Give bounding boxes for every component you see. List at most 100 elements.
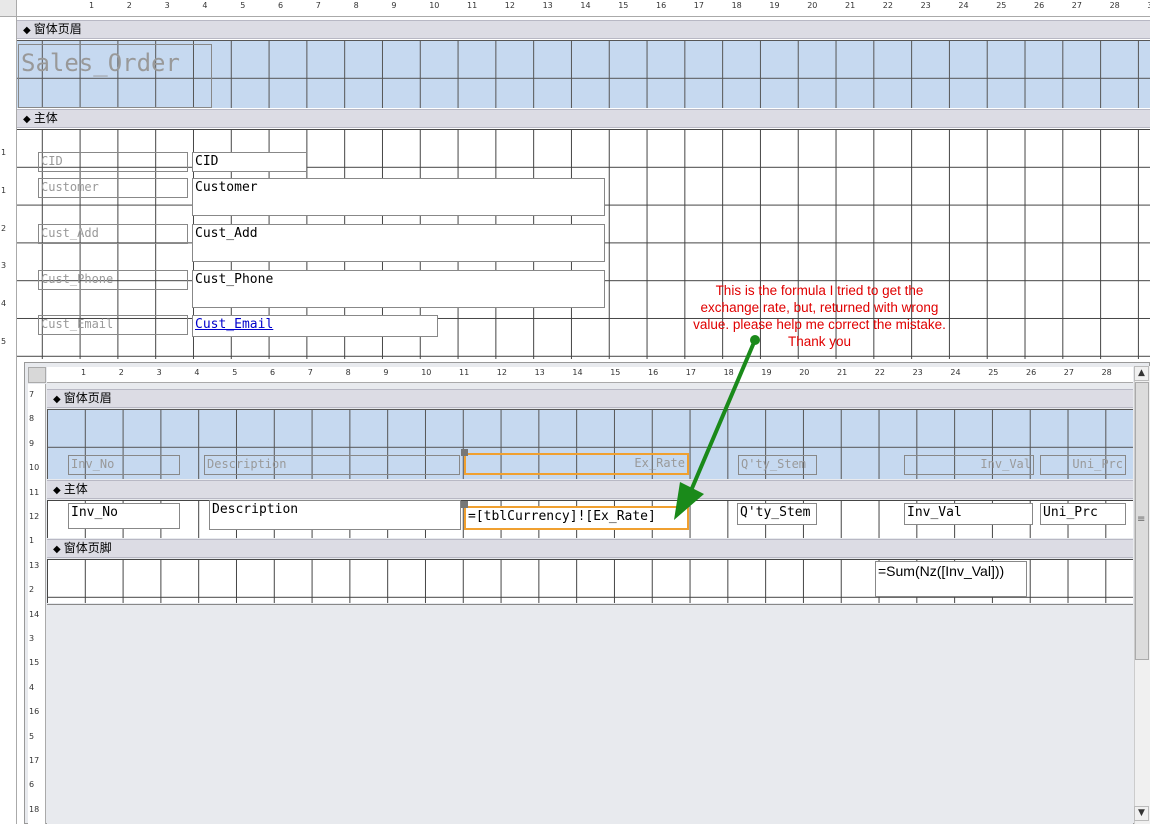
- ruler-number: 4: [1, 299, 7, 309]
- body-section-bar[interactable]: ◆ 主体: [17, 109, 1150, 128]
- ruler-number: 17: [29, 756, 40, 765]
- ruler-number: 1: [89, 1, 95, 10]
- ruler-number: 19: [769, 1, 780, 10]
- ruler-number: 2: [126, 1, 132, 10]
- ruler-number: 1: [1, 148, 7, 157]
- subform-footer-bar[interactable]: ◆ 窗体页脚: [47, 539, 1133, 558]
- inv-no-header-label[interactable]: Inv_No: [68, 455, 180, 475]
- inv-val-header-label[interactable]: Inv_Val: [904, 455, 1034, 475]
- ruler-number: 4: [194, 368, 200, 377]
- cid-label[interactable]: CID: [38, 152, 188, 172]
- subform-empty-area: [47, 604, 1133, 824]
- subform-header-bar[interactable]: ◆ 窗体页眉: [47, 389, 1133, 408]
- section-arrow-icon: ◆: [53, 485, 61, 496]
- ruler-number: 13: [29, 560, 40, 570]
- uni-prc-header-label[interactable]: Uni_Prc: [1040, 455, 1126, 475]
- subform-footer-label: 窗体页脚: [63, 541, 112, 555]
- ruler-number: 1: [29, 536, 35, 546]
- ruler-number: 25: [988, 368, 999, 377]
- subform-header-label: 窗体页眉: [63, 391, 112, 405]
- form-title[interactable]: Sales_Order: [18, 44, 212, 108]
- selection-handle[interactable]: [461, 501, 468, 508]
- ruler-number: 2: [29, 585, 35, 595]
- ruler-number: 14: [580, 1, 591, 10]
- ruler-number: 23: [920, 1, 931, 10]
- ruler-number: 11: [459, 368, 470, 377]
- form-header-bar[interactable]: ◆ 窗体页眉: [17, 20, 1150, 39]
- ruler-number: 4: [29, 682, 35, 692]
- inv-val-field[interactable]: Inv_Val: [904, 503, 1033, 525]
- arrow-head: [674, 482, 704, 520]
- ruler-number: 22: [874, 368, 885, 377]
- cust-phone-label[interactable]: Cust_Phone: [38, 270, 188, 290]
- ruler-number: 7: [29, 390, 35, 399]
- inv-no-field[interactable]: Inv_No: [68, 503, 180, 529]
- vertical-ruler: 1 1 2 3 4 5: [0, 17, 17, 824]
- sum-inv-val-field[interactable]: =Sum(Nz([Inv_Val])): [875, 561, 1027, 597]
- annotation-arrow-icon: [674, 335, 760, 520]
- ruler-number: 7: [315, 1, 321, 10]
- ruler-number: 8: [345, 368, 351, 377]
- ruler-number: 20: [799, 368, 810, 377]
- customer-label[interactable]: Customer: [38, 178, 188, 198]
- ruler-number: 11: [467, 1, 478, 10]
- ruler-number: 27: [1063, 368, 1074, 377]
- ruler-number: 16: [29, 707, 40, 717]
- ruler-corner: [0, 0, 17, 17]
- cid-field[interactable]: CID: [192, 152, 307, 172]
- ruler-number: 10: [429, 1, 440, 10]
- ruler-number: 23: [912, 368, 923, 377]
- ruler-number: 15: [29, 658, 40, 668]
- ruler-number: 28: [1109, 1, 1120, 10]
- cust-phone-field[interactable]: Cust_Phone: [192, 270, 605, 308]
- ruler-number: 6: [270, 368, 276, 377]
- arrow-line: [688, 339, 757, 494]
- body-section-label: 主体: [33, 111, 58, 125]
- ruler-number: 22: [882, 1, 893, 10]
- ruler-number: 25: [996, 1, 1007, 10]
- subform-vertical-ruler: 7 8 9 10 11 12 1 13 2 14 3 15 4 16 5 17 6 18: [28, 384, 46, 824]
- ruler-number: 24: [950, 368, 961, 377]
- customer-field[interactable]: Customer: [192, 178, 605, 216]
- scroll-down-button[interactable]: ▼: [1134, 806, 1149, 821]
- subform-body-bar[interactable]: ◆ 主体: [47, 480, 1133, 499]
- ruler-number: 3: [1, 261, 7, 271]
- ex-rate-header-label[interactable]: Ex_Rate: [464, 453, 689, 475]
- ruler-number: 6: [278, 1, 284, 10]
- description-field[interactable]: Description: [209, 500, 461, 530]
- cust-email-field[interactable]: Cust_Email: [192, 315, 438, 337]
- cust-add-field[interactable]: Cust_Add: [192, 224, 605, 262]
- ruler-number: 8: [353, 1, 359, 10]
- cust-email-label[interactable]: Cust_Email: [38, 315, 188, 335]
- description-header-label[interactable]: Description: [204, 455, 460, 475]
- form-header-label: 窗体页眉: [33, 22, 82, 36]
- ruler-number: 5: [232, 368, 238, 377]
- ruler-number: 4: [202, 1, 208, 10]
- ruler-number: 12: [29, 512, 40, 521]
- ruler-number: 3: [156, 368, 162, 377]
- uni-prc-field[interactable]: Uni_Prc: [1040, 503, 1126, 525]
- ruler-number: 18: [731, 1, 742, 10]
- ruler-number: 7: [307, 368, 313, 377]
- scroll-up-button[interactable]: ▲: [1134, 366, 1149, 381]
- ruler-number: 11: [29, 487, 40, 497]
- selection-handle[interactable]: [461, 449, 468, 456]
- section-arrow-icon: ◆: [53, 544, 61, 555]
- ruler-number: 21: [845, 1, 856, 10]
- ruler-number: 13: [534, 368, 545, 377]
- ruler-number: 10: [29, 463, 40, 473]
- ruler-number: 8: [29, 414, 35, 424]
- ruler-number: 27: [1071, 1, 1082, 10]
- section-arrow-icon: ◆: [53, 394, 61, 405]
- ruler-number: 26: [1026, 368, 1037, 377]
- ruler-number: 2: [1, 223, 7, 233]
- horizontal-ruler: 1 2 3 4 5 6 7 8 9 10 11 12 13 14 15 16 17 18 19 20 21 22 23 24 2…: [17, 0, 1150, 17]
- ruler-number: 13: [542, 1, 553, 10]
- ruler-number: 5: [240, 1, 246, 10]
- ruler-number: 15: [618, 1, 629, 10]
- cust-add-label[interactable]: Cust_Add: [38, 224, 188, 244]
- ex-rate-field[interactable]: =[tblCurrency]![Ex_Rate]: [464, 506, 689, 530]
- section-arrow-icon: ◆: [23, 114, 31, 125]
- ruler-number: 14: [29, 609, 40, 619]
- ruler-number: 2: [118, 368, 124, 377]
